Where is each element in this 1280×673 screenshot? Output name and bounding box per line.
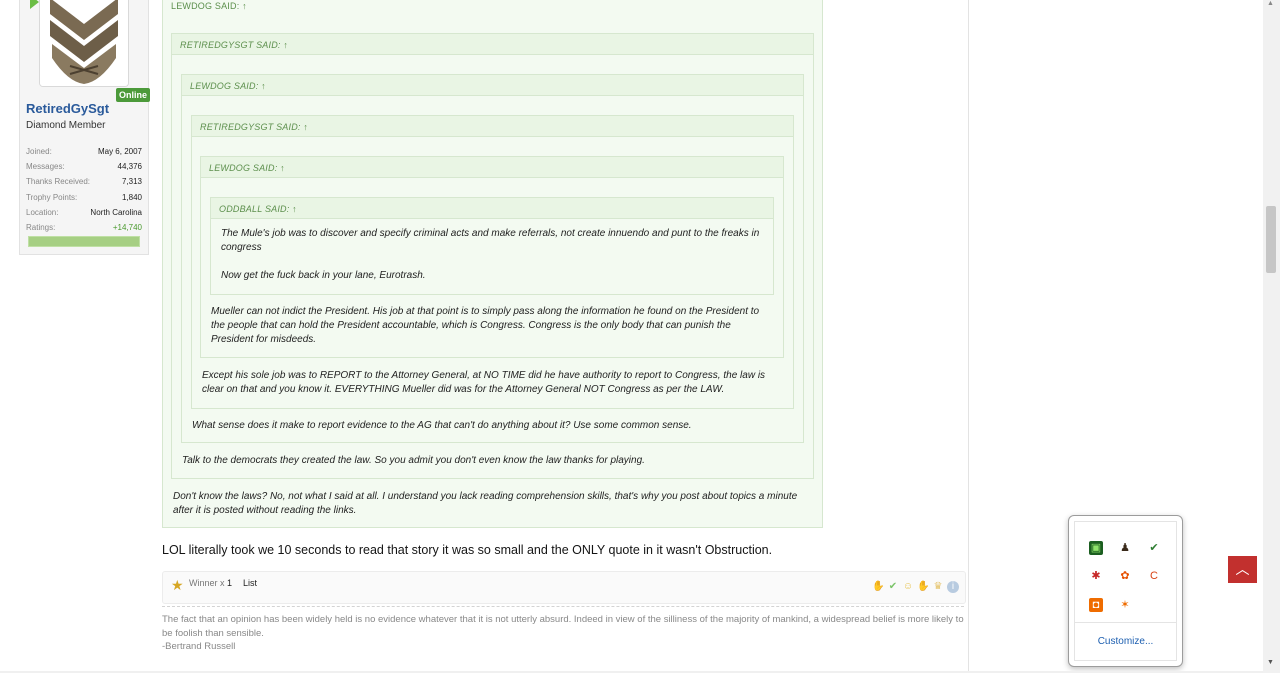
stat-value: May 6, 2007: [97, 147, 142, 156]
info-icon[interactable]: i: [947, 581, 959, 593]
sergeant-chevron-avatar-icon: [40, 0, 128, 86]
stat-label: Ratings:: [26, 222, 56, 232]
orange-square-tray-icon[interactable]: ◘: [1089, 598, 1103, 612]
scroll-up-arrow-icon[interactable]: ▲: [1267, 0, 1274, 7]
quote-text: Now get the fuck back in your lane, Euro…: [221, 270, 426, 281]
quote-attribution[interactable]: LEWDOG SAID: ↑: [163, 1, 822, 13]
reactions-list-link[interactable]: List: [243, 578, 257, 588]
quote-attribution[interactable]: RETIREDGYSGT SAID: ↑: [192, 116, 793, 137]
quote-text: Don't know the laws? No, not what I said…: [173, 491, 798, 516]
colorful-tray-icon[interactable]: ✿: [1118, 569, 1132, 583]
online-ribbon-icon: [30, 0, 39, 9]
nvidia-tray-icon[interactable]: ▣: [1089, 541, 1103, 555]
bug-tray-icon[interactable]: ✱: [1089, 569, 1103, 583]
avast-tray-icon[interactable]: ✶: [1118, 598, 1132, 612]
reaction-summary[interactable]: Winner x 1: [189, 578, 232, 588]
user-signature: The fact that an opinion has been widely…: [162, 606, 964, 654]
stat-value[interactable]: 44,376: [118, 159, 142, 174]
quote-text: Except his sole job was to REPORT to the…: [202, 370, 766, 395]
stat-value: +14,740: [112, 222, 142, 232]
person-tray-icon[interactable]: ♟: [1118, 541, 1132, 555]
stat-value[interactable]: 1,840: [122, 190, 142, 205]
ccleaner-tray-icon[interactable]: C: [1147, 569, 1161, 583]
reaction-count: 1: [227, 578, 233, 588]
online-badge: Online: [116, 88, 150, 102]
trophy-icon[interactable]: ♛: [932, 581, 944, 593]
quote-text: Talk to the democrats they created the l…: [182, 455, 645, 466]
stat-thanks: Thanks Received: 7,313: [26, 174, 142, 189]
tray-icons-panel: ▣ ♟ ✔ ✱ ✿ C ◘ ✶ Customize...: [1074, 521, 1177, 661]
stat-label: Joined:: [26, 147, 52, 156]
user-title: Diamond Member: [26, 120, 106, 131]
quote-text: The Mule's job was to discover and speci…: [221, 228, 760, 253]
rating-icons: ✋ ✔ ☺ ✋ ♛ i: [872, 581, 959, 593]
stat-trophy-points: Trophy Points: 1,840: [26, 190, 142, 205]
stat-label: Thanks Received:: [26, 177, 91, 187]
stat-label: Trophy Points:: [26, 192, 78, 202]
reaction-label: Winner: [189, 578, 218, 588]
quote-attribution[interactable]: LEWDOG SAID: ↑: [182, 75, 803, 96]
username-link[interactable]: RetiredGySgt: [26, 101, 109, 116]
quote-oddball: ODDBALL SAID: ↑ The Mule's job was to di…: [210, 197, 774, 295]
scroll-to-top-button[interactable]: ︿: [1228, 556, 1257, 583]
smile-icon[interactable]: ☺: [902, 581, 914, 593]
stat-label: Messages:: [26, 162, 65, 172]
stat-joined: Joined: May 6, 2007: [26, 144, 142, 159]
stat-ratings: Ratings: +14,740: [26, 220, 142, 235]
signature-author: -Bertrand Russell: [162, 641, 236, 652]
usb-check-tray-icon[interactable]: ✔: [1147, 541, 1161, 555]
post-body-text: LOL literally took we 10 seconds to read…: [162, 543, 773, 557]
quote-attribution[interactable]: ODDBALL SAID: ↑: [211, 198, 773, 219]
signature-quote: The fact that an opinion has been widely…: [162, 614, 964, 639]
stat-value: 7,313: [121, 177, 142, 187]
system-tray-overflow-popup: ▣ ♟ ✔ ✱ ✿ C ◘ ✶ Customize...: [1068, 515, 1183, 667]
stat-value[interactable]: North Carolina: [90, 205, 142, 220]
stat-label: Location:: [26, 207, 59, 217]
checkmark-icon[interactable]: ✔: [887, 581, 899, 593]
quote-text: Mueller can not indict the President. Hi…: [211, 306, 760, 345]
divider: [1075, 622, 1176, 623]
thumbs-down-icon[interactable]: ✋: [917, 581, 929, 593]
scroll-down-arrow-icon[interactable]: ▼: [1267, 659, 1274, 666]
stat-location: Location: North Carolina: [26, 205, 142, 220]
user-info-panel: Online RetiredGySgt Diamond Member Joine…: [19, 0, 150, 255]
winner-trophy-icon: ★: [171, 577, 184, 593]
user-stats: Joined: May 6, 2007 Messages: 44,376 Thank…: [26, 144, 142, 235]
quote-attribution[interactable]: RETIREDGYSGT SAID: ↑: [172, 34, 813, 55]
vertical-scrollbar[interactable]: ▲ ▼: [1263, 0, 1280, 673]
stat-messages: Messages: 44,376: [26, 159, 142, 174]
customize-link[interactable]: Customize...: [1075, 636, 1176, 647]
scrollbar-thumb[interactable]: [1266, 206, 1276, 273]
reaction-multiplier: x: [220, 578, 225, 588]
rating-bar: [28, 236, 140, 247]
reactions-bar: ★ Winner x 1 List ✋ ✔ ☺ ✋ ♛ i: [162, 571, 966, 604]
avatar[interactable]: [39, 0, 129, 87]
thumbs-up-icon[interactable]: ✋: [872, 581, 884, 593]
quote-text: What sense does it make to report eviden…: [192, 420, 692, 431]
quote-attribution[interactable]: LEWDOG SAID: ↑: [201, 157, 783, 178]
